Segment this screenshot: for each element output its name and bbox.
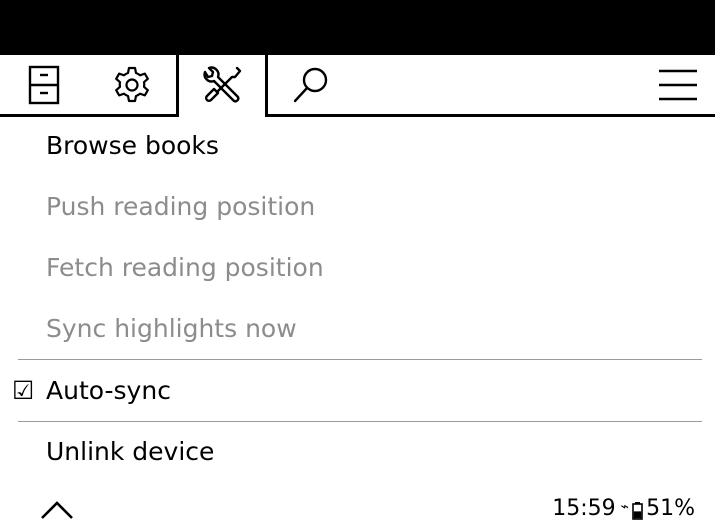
file-cabinet-icon [28,65,60,105]
wifi-icon: ⌁ [620,499,630,515]
tab-settings[interactable] [88,55,176,115]
search-icon [293,67,328,103]
tab-file-browser[interactable] [0,55,88,115]
tools-icon [203,66,242,103]
battery-percent: 51% [646,496,695,521]
menu-separator [18,359,702,360]
menu-footer: 15:59 ⌁ 51% [0,490,715,532]
top-status-bar [0,0,715,55]
battery-icon [632,501,643,520]
menu-item-auto-sync[interactable]: Auto-sync [46,376,171,406]
device-status: 15:59 ⌁ 51% [552,496,695,522]
menu-tab-bar [0,55,715,117]
tab-search[interactable] [268,55,356,115]
auto-sync-checkbox[interactable]: ☑ [12,376,34,406]
clock: 15:59 [552,496,616,521]
menu-item-sync-highlights-now[interactable]: Sync highlights now [46,314,297,344]
chevron-up-icon[interactable] [40,498,74,520]
gear-icon [115,66,149,103]
menu-separator [18,421,702,422]
menu-item-fetch-reading-position[interactable]: Fetch reading position [46,253,324,283]
tab-main-menu[interactable] [640,55,715,115]
menu-item-push-reading-position[interactable]: Push reading position [46,192,315,222]
tab-tools[interactable] [179,55,265,115]
menu-item-browse-books[interactable]: Browse books [46,131,219,161]
menu-item-unlink-device[interactable]: Unlink device [46,437,214,467]
hamburger-menu-icon [658,69,697,101]
